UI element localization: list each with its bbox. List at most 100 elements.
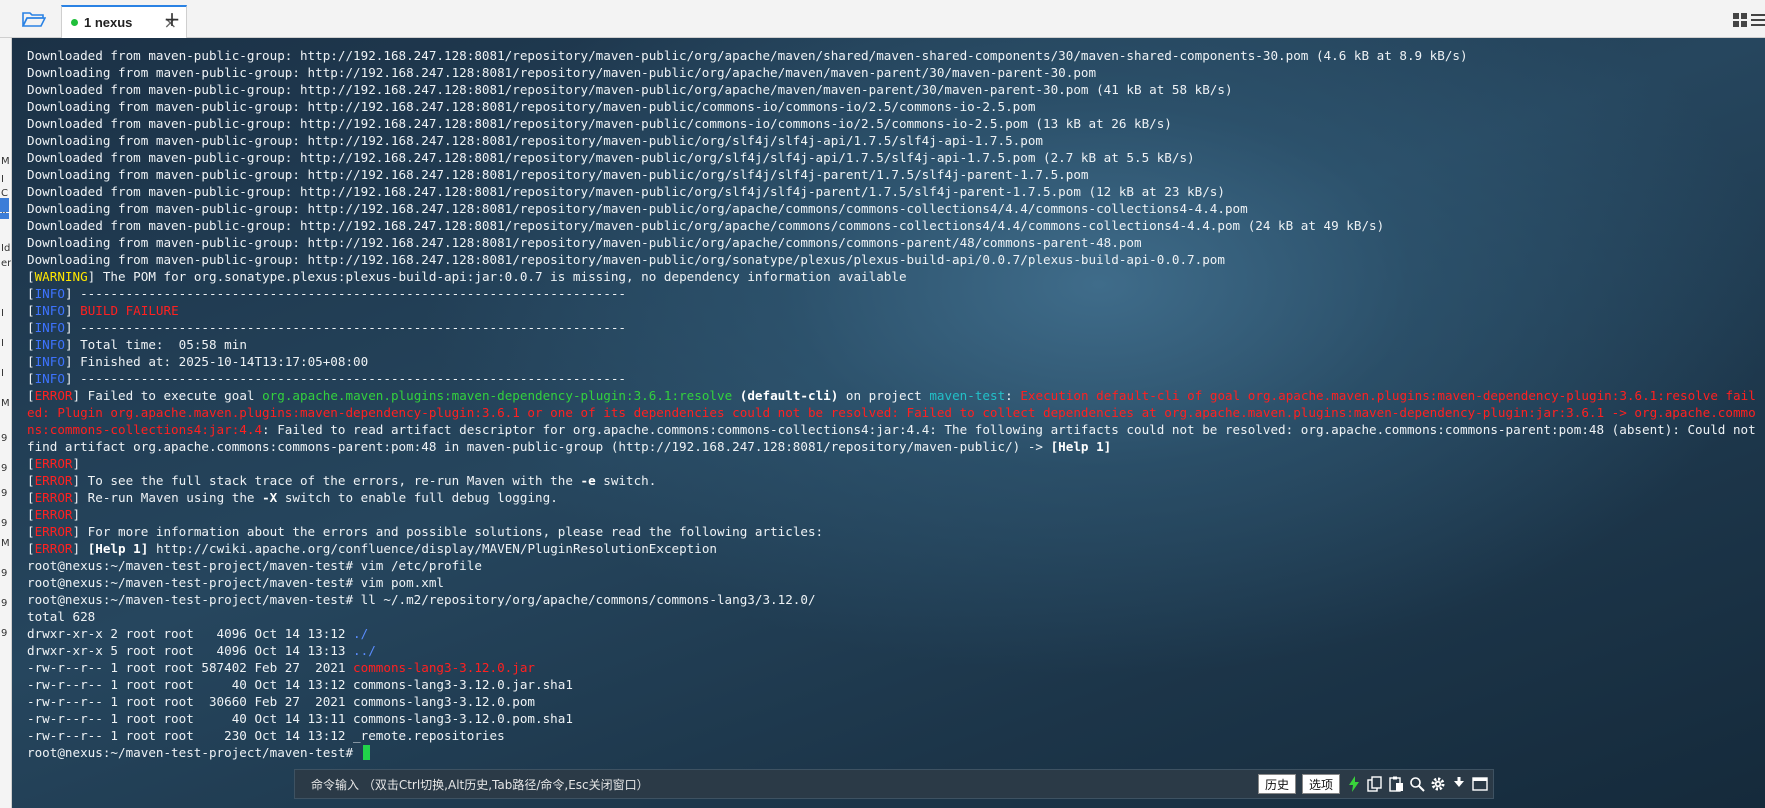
paste-icon[interactable] <box>1388 776 1404 792</box>
terminal-text-segment: ] <box>72 456 81 471</box>
terminal-line: root@nexus:~/maven-test-project/maven-te… <box>27 557 1761 574</box>
terminal-line: [INFO] ---------------------------------… <box>27 285 1761 302</box>
terminal-text-segment: maven-test <box>929 388 1006 403</box>
terminal-line: [ERROR] <box>27 455 1761 472</box>
terminal-text-segment: switch. <box>595 473 657 488</box>
history-button[interactable]: 历史 <box>1257 774 1296 794</box>
terminal-text-segment: ] <box>64 303 81 318</box>
terminal-text-segment: Downloaded from maven-public-group: http… <box>27 82 1233 97</box>
list-menu-icon[interactable] <box>1751 12 1765 26</box>
terminal-cursor <box>362 745 370 760</box>
background-window-glyph: I <box>1 368 4 379</box>
terminal-pane[interactable]: Downloaded from maven-public-group: http… <box>12 38 1765 808</box>
terminal-line: drwxr-xr-x 5 root root 4096 Oct 14 13:13… <box>27 642 1761 659</box>
add-tab-button[interactable]: + <box>162 9 182 29</box>
terminal-text-segment: ERROR <box>34 541 73 556</box>
terminal-text-segment: ../ <box>353 643 376 658</box>
terminal-line: -rw-r--r-- 1 root root 587402 Feb 27 202… <box>27 659 1761 676</box>
terminal-text-segment: org.apache.maven.plugins:maven-dependenc… <box>262 388 733 403</box>
background-window-glyph: er <box>1 258 12 269</box>
terminal-text-segment: Downloading from maven-public-group: htt… <box>27 99 1036 114</box>
terminal-text-segment: -rw-r--r-- 1 root root 40 Oct 14 13:12 c… <box>27 677 573 692</box>
terminal-text-segment: INFO <box>34 354 65 369</box>
terminal-line: Downloading from maven-public-group: htt… <box>27 166 1761 183</box>
terminal-line: [ERROR] To see the full stack trace of t… <box>27 472 1761 489</box>
terminal-line: Downloading from maven-public-group: htt… <box>27 132 1761 149</box>
terminal-text-segment: : Failed to read artifact descriptor for… <box>27 422 1764 454</box>
gear-icon[interactable] <box>1430 776 1446 792</box>
command-input[interactable] <box>648 772 1258 796</box>
terminal-line: -rw-r--r-- 1 root root 30660 Feb 27 2021… <box>27 693 1761 710</box>
tab-bar: 1 nexus × + <box>0 0 1765 38</box>
terminal-output: Downloaded from maven-public-group: http… <box>27 47 1761 761</box>
terminal-line: Downloaded from maven-public-group: http… <box>27 47 1761 64</box>
terminal-text-segment: -e <box>580 473 596 488</box>
terminal-text-segment: [ <box>27 320 35 335</box>
terminal-text-segment: -rw-r--r-- 1 root root 230 Oct 14 13:12 … <box>27 728 505 743</box>
terminal-text-segment: ] Failed to execute goal <box>72 388 263 403</box>
grid-layout-icon[interactable] <box>1733 12 1747 27</box>
terminal-text-segment: ] Total time: 05:58 min <box>64 337 247 352</box>
terminal-text-segment: (default-cli) <box>739 388 839 403</box>
terminal-text-segment: [Help 1] <box>1050 439 1112 454</box>
terminal-text-segment: ERROR <box>34 473 73 488</box>
terminal-text-segment: [ <box>27 490 35 505</box>
terminal-line: [INFO] ---------------------------------… <box>27 370 1761 387</box>
search-icon[interactable] <box>1409 776 1425 792</box>
terminal-text-segment: ] <box>72 541 88 556</box>
terminal-line: Downloading from maven-public-group: htt… <box>27 234 1761 251</box>
background-window-highlight <box>0 213 9 219</box>
terminal-line: total 628 <box>27 608 1761 625</box>
terminal-text-segment: Downloading from maven-public-group: htt… <box>27 201 1248 216</box>
terminal-text-segment: switch to enable full debug logging. <box>277 490 558 505</box>
terminal-text-segment: -rw-r--r-- 1 root root 587402 Feb 27 202… <box>27 660 354 675</box>
terminal-line: root@nexus:~/maven-test-project/maven-te… <box>27 744 1761 761</box>
terminal-text-segment: INFO <box>34 303 65 318</box>
terminal-text-segment: [ <box>27 473 35 488</box>
terminal-line: [ERROR] <box>27 506 1761 523</box>
terminal-text-segment: [ <box>27 524 35 539</box>
terminal-text-segment: Downloaded from maven-public-group: http… <box>27 150 1195 165</box>
terminal-line: Downloading from maven-public-group: htt… <box>27 251 1761 268</box>
tab-status-dot-icon <box>71 19 78 26</box>
terminal-text-segment: [ <box>27 541 35 556</box>
terminal-text-segment: total 628 <box>27 609 96 624</box>
terminal-line: -rw-r--r-- 1 root root 230 Oct 14 13:12 … <box>27 727 1761 744</box>
terminal-text-segment: ERROR <box>34 388 73 403</box>
terminal-line: [ERROR] Failed to execute goal org.apach… <box>27 387 1761 455</box>
background-window-glyph: I <box>1 308 4 319</box>
terminal-text-segment: Downloading from maven-public-group: htt… <box>27 167 1089 182</box>
terminal-line: [INFO] Total time: 05:58 min <box>27 336 1761 353</box>
terminal-line: Downloading from maven-public-group: htt… <box>27 64 1761 81</box>
terminal-text-segment: [Help 1] <box>87 541 149 556</box>
copy-icon[interactable] <box>1367 776 1383 792</box>
terminal-line: -rw-r--r-- 1 root root 40 Oct 14 13:11 c… <box>27 710 1761 727</box>
folder-open-icon[interactable] <box>16 7 52 31</box>
terminal-text-segment: [ <box>27 269 35 284</box>
terminal-text-segment: ] Re-run Maven using the <box>72 490 263 505</box>
terminal-text-segment: INFO <box>34 337 65 352</box>
lightning-icon[interactable] <box>1346 776 1362 792</box>
window-icon[interactable] <box>1472 776 1488 792</box>
terminal-text-segment: [ <box>27 371 35 386</box>
background-window-glyph: 9 <box>1 598 8 609</box>
terminal-text-segment: root@nexus:~/maven-test-project/maven-te… <box>27 575 445 590</box>
terminal-text-segment: ERROR <box>34 456 73 471</box>
terminal-text-segment: root@nexus:~/maven-test-project/maven-te… <box>27 558 482 573</box>
terminal-text-segment: ] The POM for org.sonatype.plexus:plexus… <box>87 269 907 284</box>
background-window-highlight <box>0 198 9 212</box>
background-window-glyph: 9 <box>1 488 8 499</box>
terminal-text-segment: commons-lang3-3.12.0.jar <box>353 660 536 675</box>
terminal-line: [WARNING] The POM for org.sonatype.plexu… <box>27 268 1761 285</box>
terminal-text-segment: Downloading from maven-public-group: htt… <box>27 65 1097 80</box>
background-window-glyph: M <box>1 398 10 409</box>
terminal-line: Downloaded from maven-public-group: http… <box>27 149 1761 166</box>
terminal-line: Downloaded from maven-public-group: http… <box>27 217 1761 234</box>
terminal-text-segment: INFO <box>34 371 65 386</box>
background-window-glyph: 9 <box>1 463 8 474</box>
options-button[interactable]: 选项 <box>1301 774 1340 794</box>
download-icon[interactable] <box>1451 776 1467 792</box>
terminal-text-segment: Downloading from maven-public-group: htt… <box>27 252 1225 267</box>
terminal-text-segment: [ <box>27 507 35 522</box>
